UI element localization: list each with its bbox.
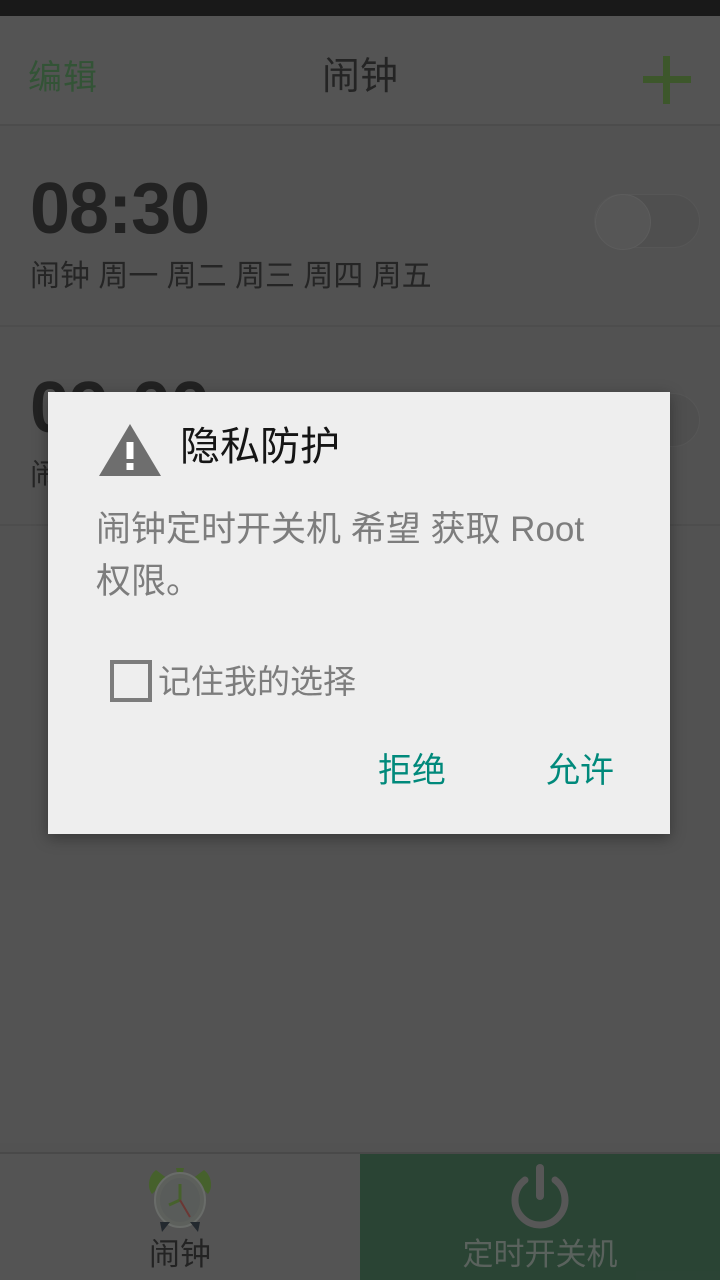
alarm-label: 闹钟 周一 周二 周三 周四 周五 xyxy=(30,260,432,293)
deny-button[interactable]: 拒绝 xyxy=(362,742,462,800)
phone-screen: 编辑 闹钟 08:30 闹钟 周一 周二 周三 周四 周五 09:00 闹钟 xyxy=(0,0,720,1280)
alarm-clock-icon xyxy=(142,1162,218,1234)
toggle-thumb xyxy=(595,194,651,250)
dialog-actions: 拒绝 允许 xyxy=(48,716,670,834)
allow-button[interactable]: 允许 xyxy=(530,742,630,800)
tab-power[interactable]: 定时开关机 xyxy=(360,1154,720,1280)
tab-alarm[interactable]: 闹钟 xyxy=(0,1154,360,1280)
action-bar: 编辑 闹钟 xyxy=(0,16,720,126)
dialog-header: 隐私防护 xyxy=(48,392,670,504)
dialog-title: 隐私防护 xyxy=(180,425,340,469)
alarm-toggle[interactable] xyxy=(594,194,700,250)
remember-choice-row[interactable]: 记住我的选择 xyxy=(48,658,670,716)
status-bar xyxy=(0,0,720,16)
alarm-time: 08:30 xyxy=(30,169,210,249)
plus-icon-vertical xyxy=(663,56,670,104)
tab-power-label: 定时开关机 xyxy=(462,1237,618,1272)
tab-bar: 闹钟 定时开关机 xyxy=(0,1152,720,1280)
tab-alarm-label: 闹钟 xyxy=(149,1237,211,1272)
permission-dialog: 隐私防护 闹钟定时开关机 希望 获取 Root 权限。 记住我的选择 拒绝 允许 xyxy=(48,392,670,834)
dialog-message: 闹钟定时开关机 希望 获取 Root 权限。 xyxy=(96,510,585,601)
add-alarm-button[interactable] xyxy=(636,54,698,106)
power-icon xyxy=(502,1162,578,1234)
warning-triangle-icon xyxy=(98,422,162,478)
page-title: 闹钟 xyxy=(321,56,398,98)
alarm-row[interactable]: 08:30 闹钟 周一 周二 周三 周四 周五 xyxy=(0,128,720,327)
remember-choice-checkbox[interactable] xyxy=(110,660,152,702)
remember-choice-label: 记住我的选择 xyxy=(158,663,356,700)
